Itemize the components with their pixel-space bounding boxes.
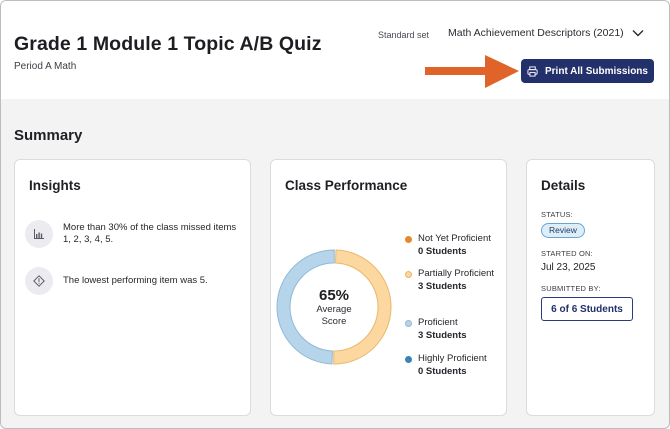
legend-dot	[405, 236, 412, 243]
legend-dot	[405, 271, 412, 278]
started-on-label: STARTED ON:	[541, 249, 593, 258]
submitted-students-button[interactable]: 6 of 6 Students	[541, 297, 633, 321]
page-title: Grade 1 Module 1 Topic A/B Quiz	[14, 33, 322, 55]
started-on-value: Jul 23, 2025	[541, 262, 596, 273]
insight-item: The lowest performing item was 5.	[25, 267, 243, 295]
app-frame: Grade 1 Module 1 Topic A/B Quiz Period A…	[0, 0, 670, 429]
legend-label: Not Yet Proficient	[418, 233, 491, 244]
page-subtitle: Period A Math	[14, 61, 77, 72]
legend-item: Proficient 3 Students	[405, 317, 467, 342]
average-score-label: Average Score	[316, 303, 352, 327]
standard-set-dropdown[interactable]: Math Achievement Descriptors (2021)	[448, 27, 644, 39]
insights-title: Insights	[29, 178, 81, 193]
details-title: Details	[541, 178, 586, 193]
standard-set-value: Math Achievement Descriptors (2021)	[448, 27, 624, 39]
printer-icon	[527, 65, 538, 77]
status-badge: Review	[541, 223, 585, 238]
bar-chart-icon	[25, 220, 53, 248]
legend-count: 0 Students	[418, 365, 467, 377]
legend-count: 3 Students	[418, 329, 467, 341]
legend-label: Partially Proficient	[418, 268, 495, 279]
standard-set-label: Standard set	[378, 30, 430, 40]
legend-item: Not Yet Proficient 0 Students	[405, 233, 491, 258]
legend-label: Proficient	[418, 317, 458, 328]
callout-arrow	[425, 55, 519, 88]
average-score-value: 65%	[318, 286, 350, 304]
summary-heading: Summary	[14, 127, 83, 144]
details-card: Details STATUS: Review STARTED ON: Jul 2…	[526, 159, 655, 416]
page-header: Grade 1 Module 1 Topic A/B Quiz Period A…	[1, 1, 669, 99]
class-performance-title: Class Performance	[285, 178, 408, 193]
insight-text: More than 30% of the class missed items …	[63, 221, 237, 246]
status-label: STATUS:	[541, 210, 573, 219]
legend-item: Partially Proficient 3 Students	[405, 268, 498, 293]
donut-center: 65% Average Score	[275, 248, 393, 366]
submitted-by-label: SUBMITTED BY:	[541, 284, 601, 293]
class-performance-card: Class Performance 65% Average Score Not …	[270, 159, 507, 416]
legend-count: 3 Students	[418, 280, 467, 292]
legend-count: 0 Students	[418, 245, 467, 257]
legend-label: Highly Proficient	[418, 353, 487, 364]
legend-dot	[405, 356, 412, 363]
legend-dot	[405, 320, 412, 327]
warning-diamond-icon	[25, 267, 53, 295]
legend-item: Highly Proficient 0 Students	[405, 353, 487, 378]
print-all-submissions-button[interactable]: Print All Submissions	[521, 59, 654, 83]
chevron-down-icon	[632, 30, 644, 37]
print-button-label: Print All Submissions	[545, 65, 648, 77]
insight-item: More than 30% of the class missed items …	[25, 220, 243, 248]
insight-text: The lowest performing item was 5.	[63, 274, 208, 286]
insights-card: Insights More than 30% of the class miss…	[14, 159, 251, 416]
